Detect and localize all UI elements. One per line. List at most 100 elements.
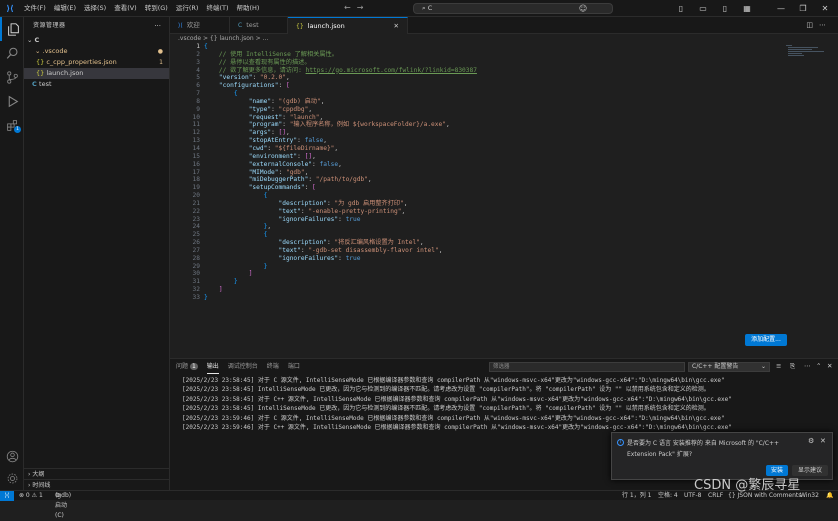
toggle-panel-icon[interactable]: ▭ [692, 4, 714, 13]
code-line[interactable]: 16 "externalConsole": false, [170, 161, 838, 169]
code-line[interactable]: 6 "configurations": [ [170, 82, 838, 90]
code-line[interactable]: 12 "args": [], [170, 129, 838, 137]
maximize-icon[interactable]: ❐ [792, 4, 814, 13]
code-line[interactable]: 21 "description": "为 gdb 启用整齐打印", [170, 200, 838, 208]
add-configuration-button[interactable]: 添加配置... [745, 334, 787, 346]
toggle-sidebar-icon[interactable]: ▯ [670, 4, 692, 13]
code-line[interactable]: 29 } [170, 263, 838, 271]
more-icon[interactable]: ⋯ [804, 362, 811, 370]
code-line[interactable]: 17 "MIMode": "gdb", [170, 169, 838, 177]
output-line: [2025/2/23 23:58:45] IntelliSenseMode 已更… [182, 386, 710, 394]
search-activity[interactable] [0, 41, 24, 65]
tree-file-launch-json[interactable]: {} launch.json [24, 68, 169, 79]
code-line[interactable]: 28 "ignoreFailures": true [170, 255, 838, 263]
source-control-activity[interactable] [0, 65, 24, 89]
close-icon[interactable]: ✕ [394, 18, 399, 35]
code-line[interactable]: 31 } [170, 278, 838, 286]
line-number: 19 [192, 184, 200, 192]
tab-welcome[interactable]: ⟩⟨ 欢迎 [170, 17, 230, 34]
tree-file-c-cpp-properties[interactable]: {} c_cpp_properties.json 1 [24, 57, 169, 68]
code-line[interactable]: 19 "setupCommands": [ [170, 184, 838, 192]
tab-ports[interactable]: 端口 [288, 359, 300, 374]
menu-file[interactable]: 文件(F) [20, 0, 50, 17]
outline-section[interactable]: › 大纲 [24, 468, 170, 479]
minimap[interactable] [784, 43, 824, 103]
code-line[interactable]: 26 "description": "将反汇编风格设置为 Intel", [170, 239, 838, 247]
tab-launch-json[interactable]: {} launch.json ✕ [288, 17, 408, 34]
chevron-down-icon: ⌄ [760, 363, 766, 370]
timeline-section[interactable]: › 时间线 [24, 479, 170, 490]
minimize-icon[interactable]: — [770, 4, 792, 13]
output-channel-select[interactable]: C/C++ 配置警告 ⌄ [688, 362, 770, 372]
code-line[interactable]: 32 ] [170, 286, 838, 294]
window-controls: — ❐ ✕ [770, 0, 836, 17]
menu-edit[interactable]: 编辑(E) [50, 0, 80, 17]
code-line[interactable]: 24 }, [170, 223, 838, 231]
menu-go[interactable]: 转到(G) [141, 0, 172, 17]
tab-debug-console[interactable]: 调试控制台 [228, 359, 258, 374]
close-icon[interactable]: ✕ [820, 437, 826, 445]
toggle-secondary-sidebar-icon[interactable]: ▯ [714, 4, 736, 13]
code-line[interactable]: 25 { [170, 231, 838, 239]
code-line[interactable]: 23 "ignoreFailures": true [170, 216, 838, 224]
tab-label: test [246, 21, 259, 29]
code-line[interactable]: 7 { [170, 90, 838, 98]
extensions-activity[interactable]: 1 [0, 113, 24, 137]
code-line[interactable]: 20 { [170, 192, 838, 200]
back-arrow-icon[interactable]: ← [344, 3, 357, 12]
code-editor[interactable]: 1{2 // 使用 IntelliSense 了解相关属性。 3 // 悬停以查看… [170, 43, 838, 358]
code-line[interactable]: 15 "environment": [], [170, 153, 838, 161]
copilot-icon[interactable]: ☺ [572, 4, 594, 13]
notification-toast: i 是否要为 C 语言 安装推荐的 来自 Microsoft 的 "C/C++ … [611, 432, 833, 480]
list-icon[interactable]: ≡ [776, 362, 781, 370]
line-number: 29 [192, 262, 200, 270]
line-number: 10 [192, 113, 200, 121]
nav-arrows[interactable]: ←→ [344, 3, 369, 12]
code-line[interactable]: 11 "program": "输入程序名称，例如 ${workspaceFold… [170, 121, 838, 129]
run-debug-activity[interactable] [0, 89, 24, 113]
output-filter-input[interactable]: 筛选器 [489, 362, 685, 372]
search-text: C [427, 4, 433, 12]
manage-activity[interactable] [0, 466, 24, 490]
code-line[interactable]: 13 "stopAtEntry": false, [170, 137, 838, 145]
code-line[interactable]: 30 ] [170, 270, 838, 278]
menu-terminal[interactable]: 终端(T) [202, 0, 232, 17]
code-line[interactable]: 22 "text": "-enable-pretty-printing", [170, 208, 838, 216]
tree-file-test[interactable]: C test [24, 79, 169, 90]
tab-terminal[interactable]: 终端 [267, 359, 279, 374]
maximize-panel-icon[interactable]: ⌃ [816, 362, 821, 370]
code-line[interactable]: 8 "name": "(gdb) 启动", [170, 98, 838, 106]
breadcrumb[interactable]: .vscode > {} launch.json > ... [170, 34, 838, 43]
close-panel-icon[interactable]: ✕ [827, 362, 832, 370]
menu-selection[interactable]: 选择(S) [80, 0, 110, 17]
tree-root-folder[interactable]: ⌄ C [24, 35, 169, 46]
menu-help[interactable]: 帮助(H) [232, 0, 263, 17]
accounts-activity[interactable] [0, 444, 24, 468]
tab-output[interactable]: 输出 [206, 359, 219, 374]
customize-layout-icon[interactable]: ▦ [736, 4, 758, 13]
lock-icon[interactable]: ⎘ [790, 362, 795, 371]
code-line[interactable]: 33} [170, 294, 838, 302]
split-editor-icon[interactable]: ◫ [806, 21, 819, 29]
menu-run[interactable]: 运行(R) [172, 0, 203, 17]
gear-icon[interactable]: ⚙ [808, 437, 814, 445]
close-window-icon[interactable]: ✕ [814, 4, 836, 13]
tab-problems[interactable]: 问题 1 [176, 359, 198, 374]
tree-folder-vscode[interactable]: ⌄ .vscode ● [24, 46, 169, 57]
code-line[interactable]: 2 // 使用 IntelliSense 了解相关属性。 [170, 51, 838, 59]
tab-test[interactable]: Ctest [230, 17, 288, 34]
code-line[interactable]: 3 // 悬停以查看现有属性的描述。 [170, 59, 838, 67]
more-icon[interactable]: ⋯ [819, 21, 832, 29]
explorer-activity[interactable] [0, 17, 24, 41]
forward-arrow-icon[interactable]: → [357, 3, 370, 12]
code-line[interactable]: 4 // 欲了解更多信息，请访问: https://go.microsoft.c… [170, 67, 838, 75]
code-line[interactable]: 9 "type": "cppdbg", [170, 106, 838, 114]
more-actions-icon[interactable]: ··· [154, 17, 161, 35]
code-line[interactable]: 1{ [170, 43, 838, 51]
outline-label: 大纲 [32, 471, 45, 478]
menu-view[interactable]: 查看(V) [110, 0, 141, 17]
code-line[interactable]: 14 "cwd": "${fileDirname}", [170, 145, 838, 153]
code-line[interactable]: 27 "text": "-gdb-set disassembly-flavor … [170, 247, 838, 255]
code-line[interactable]: 18 "miDebuggerPath": "/path/to/gdb", [170, 176, 838, 184]
code-line[interactable]: 5 "version": "0.2.0", [170, 74, 838, 82]
